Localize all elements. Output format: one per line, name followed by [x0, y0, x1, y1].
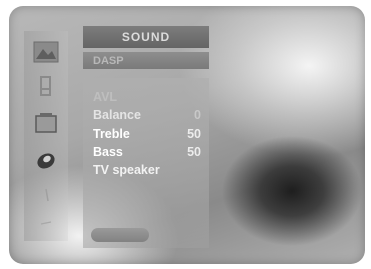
- option-icon[interactable]: [24, 149, 68, 173]
- menu-item-label: Treble: [93, 127, 130, 141]
- menu-item-treble[interactable]: Treble 50: [93, 127, 203, 141]
- menu-item-value: 50: [187, 145, 201, 159]
- menu-item-balance[interactable]: Balance 0: [93, 108, 203, 122]
- menu-item-tv-speaker[interactable]: TV speaker: [93, 163, 203, 177]
- menu-item-value: 0: [194, 108, 201, 122]
- menu-item-value: 50: [187, 127, 201, 141]
- picture-icon[interactable]: [24, 39, 68, 65]
- menu-item-value: [201, 163, 203, 177]
- extra-icon[interactable]: [24, 216, 68, 230]
- menu-title-text: SOUND: [121, 30, 171, 44]
- tv-osd-screen: SOUND DASP AVL Balance 0 Treble 50 Bass …: [9, 6, 365, 264]
- sound-menu-panel: AVL Balance 0 Treble 50 Bass 50 TV speak…: [83, 78, 209, 248]
- menu-item-label: Bass: [93, 145, 123, 159]
- menu-item-label: TV speaker: [93, 163, 160, 177]
- time-icon[interactable]: [24, 111, 68, 135]
- sound-icon[interactable]: [24, 75, 68, 97]
- menu-item-avl[interactable]: AVL: [93, 90, 203, 104]
- menu-item-bass[interactable]: Bass 50: [93, 145, 203, 159]
- menu-item-label: Balance: [93, 108, 141, 122]
- dasp-item[interactable]: DASP: [83, 52, 209, 69]
- navigation-hint-pill: [91, 228, 149, 242]
- sidebar: [24, 31, 68, 241]
- lock-icon[interactable]: [24, 186, 68, 206]
- menu-item-label: AVL: [93, 90, 118, 104]
- dasp-label: DASP: [93, 54, 124, 67]
- menu-title: SOUND: [83, 26, 209, 48]
- menu-item-value: [201, 90, 203, 104]
